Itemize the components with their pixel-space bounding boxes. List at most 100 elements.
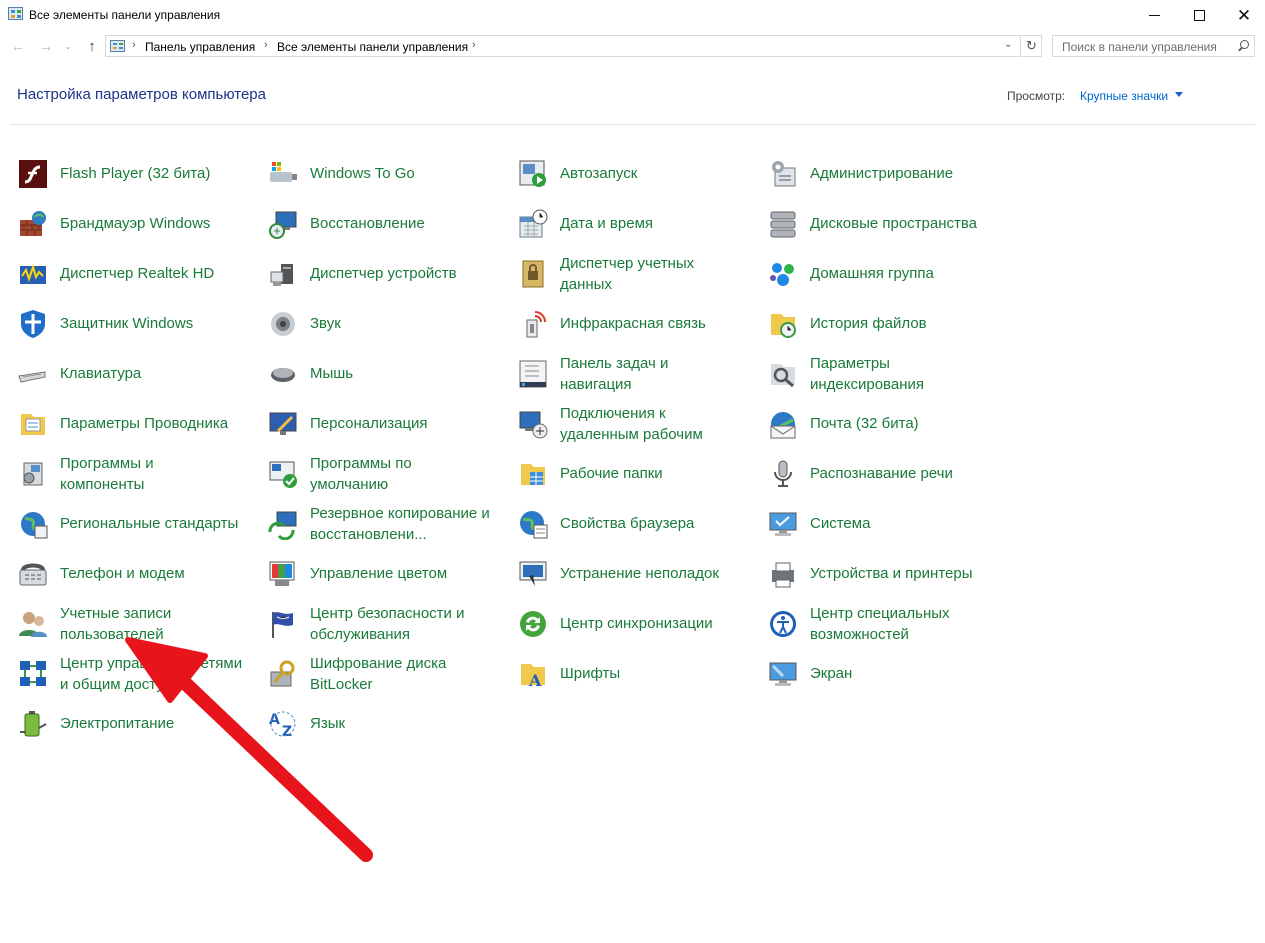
breadcrumb-all-items[interactable]: Все элементы панели управления: [277, 40, 468, 54]
control-panel-item-programs-features[interactable]: Программы и компоненты: [17, 451, 257, 497]
control-panel-item-credential-manager[interactable]: Диспетчер учетных данных: [517, 251, 757, 297]
item-label[interactable]: Восстановление: [310, 213, 425, 234]
control-panel-item-autoplay[interactable]: Автозапуск: [517, 151, 757, 197]
control-panel-item-windows-firewall[interactable]: Брандмауэр Windows: [17, 201, 257, 247]
control-panel-item-region[interactable]: Региональные стандарты: [17, 501, 257, 547]
item-label[interactable]: Мышь: [310, 363, 353, 384]
control-panel-item-administrative-tools[interactable]: Администрирование: [767, 151, 1007, 197]
control-panel-item-recovery[interactable]: Восстановление: [267, 201, 507, 247]
item-label[interactable]: Параметры Проводника: [60, 413, 228, 434]
item-label[interactable]: Свойства браузера: [560, 513, 694, 534]
control-panel-item-security-maintenance[interactable]: Центр безопасности и обслуживания: [267, 601, 507, 647]
item-label[interactable]: Диспетчер Realtek HD: [60, 263, 214, 284]
control-panel-item-network-sharing-center[interactable]: Центр управления сетями и общим доступом: [17, 651, 257, 697]
item-label[interactable]: Устройства и принтеры: [810, 563, 972, 584]
control-panel-item-windows-defender[interactable]: Защитник Windows: [17, 301, 257, 347]
control-panel-item-file-explorer-options[interactable]: Параметры Проводника: [17, 401, 257, 447]
control-panel-item-storage-spaces[interactable]: Дисковые пространства: [767, 201, 1007, 247]
control-panel-item-color-management[interactable]: Управление цветом: [267, 551, 507, 597]
control-panel-item-keyboard[interactable]: Клавиатура: [17, 351, 257, 397]
control-panel-item-system[interactable]: Система: [767, 501, 1007, 547]
control-panel-item-sync-center[interactable]: Центр синхронизации: [517, 601, 757, 647]
control-panel-item-remote-desktop-connections[interactable]: Подключения к удаленным рабочим: [517, 401, 757, 447]
control-panel-item-ease-of-access-center[interactable]: Центр специальных возможностей: [767, 601, 1007, 647]
item-label[interactable]: Устранение неполадок: [560, 563, 719, 584]
item-label[interactable]: Программы и компоненты: [60, 453, 154, 495]
breadcrumb-separator[interactable]: ›: [132, 39, 136, 51]
control-panel-item-personalization[interactable]: Персонализация: [267, 401, 507, 447]
item-label[interactable]: Диспетчер устройств: [310, 263, 457, 284]
item-label[interactable]: Подключения к удаленным рабочим: [560, 403, 703, 445]
control-panel-item-date-time[interactable]: Дата и время: [517, 201, 757, 247]
control-panel-item-phone-modem[interactable]: Телефон и модем: [17, 551, 257, 597]
item-label[interactable]: Телефон и модем: [60, 563, 185, 584]
control-panel-item-fonts[interactable]: A Шрифты: [517, 651, 757, 697]
control-panel-item-work-folders[interactable]: Рабочие папки: [517, 451, 757, 497]
item-label[interactable]: Электропитание: [60, 713, 174, 734]
item-label[interactable]: История файлов: [810, 313, 927, 334]
item-label[interactable]: Экран: [810, 663, 852, 684]
item-label[interactable]: Распознавание речи: [810, 463, 953, 484]
item-label[interactable]: Персонализация: [310, 413, 428, 434]
item-label[interactable]: Учетные записи пользователей: [60, 603, 171, 645]
item-label[interactable]: Домашняя группа: [810, 263, 934, 284]
minimize-button[interactable]: [1131, 0, 1177, 30]
item-label[interactable]: Резервное копирование и восстановлени...: [310, 503, 490, 545]
control-panel-item-taskbar-navigation[interactable]: Панель задач и навигация: [517, 351, 757, 397]
control-panel-item-mail[interactable]: Почта (32 бита): [767, 401, 1007, 447]
item-label[interactable]: Рабочие папки: [560, 463, 663, 484]
control-panel-item-indexing-options[interactable]: Параметры индексирования: [767, 351, 1007, 397]
address-dropdown-button[interactable]: ⌄: [1004, 39, 1012, 50]
control-panel-item-power-options[interactable]: Электропитание: [17, 701, 257, 747]
control-panel-item-backup-restore[interactable]: Резервное копирование и восстановлени...: [267, 501, 507, 547]
item-label[interactable]: Инфракрасная связь: [560, 313, 706, 334]
item-label[interactable]: Клавиатура: [60, 363, 141, 384]
view-by-dropdown[interactable]: Крупные значки: [1080, 89, 1168, 103]
control-panel-item-mouse[interactable]: Мышь: [267, 351, 507, 397]
item-label[interactable]: Звук: [310, 313, 341, 334]
breadcrumb-control-panel[interactable]: Панель управления: [145, 40, 255, 54]
search-input[interactable]: Поиск в панели управления: [1052, 35, 1255, 57]
item-label[interactable]: Почта (32 бита): [810, 413, 919, 434]
up-button[interactable]: ↑: [83, 37, 101, 55]
control-panel-item-troubleshooting[interactable]: Устранение неполадок: [517, 551, 757, 597]
item-label[interactable]: Администрирование: [810, 163, 953, 184]
control-panel-item-language[interactable]: A Z Язык: [267, 701, 507, 747]
item-label[interactable]: Дата и время: [560, 213, 653, 234]
control-panel-item-file-history[interactable]: История файлов: [767, 301, 1007, 347]
item-label[interactable]: Язык: [310, 713, 345, 734]
item-label[interactable]: Параметры индексирования: [810, 353, 924, 395]
address-bar[interactable]: › Панель управления › Все элементы панел…: [105, 35, 1021, 57]
control-panel-item-windows-to-go[interactable]: Windows To Go: [267, 151, 507, 197]
item-label[interactable]: Защитник Windows: [60, 313, 193, 334]
item-label[interactable]: Панель задач и навигация: [560, 353, 668, 395]
item-label[interactable]: Региональные стандарты: [60, 513, 238, 534]
control-panel-item-flash-player[interactable]: Flash Player (32 бита): [17, 151, 257, 197]
item-label[interactable]: Windows To Go: [310, 163, 415, 184]
item-label[interactable]: Шифрование диска BitLocker: [310, 653, 446, 695]
recent-locations-button[interactable]: ⌄: [62, 37, 74, 55]
back-button[interactable]: ←: [9, 37, 27, 55]
item-label[interactable]: Центр синхронизации: [560, 613, 713, 634]
control-panel-item-speech-recognition[interactable]: Распознавание речи: [767, 451, 1007, 497]
item-label[interactable]: Брандмауэр Windows: [60, 213, 210, 234]
control-panel-item-device-manager[interactable]: Диспетчер устройств: [267, 251, 507, 297]
item-label[interactable]: Дисковые пространства: [810, 213, 977, 234]
item-label[interactable]: Система: [810, 513, 870, 534]
item-label[interactable]: Автозапуск: [560, 163, 637, 184]
control-panel-item-devices-printers[interactable]: Устройства и принтеры: [767, 551, 1007, 597]
item-label[interactable]: Центр специальных возможностей: [810, 603, 950, 645]
close-button[interactable]: ✕: [1221, 0, 1265, 30]
breadcrumb-separator[interactable]: ›: [472, 39, 476, 51]
item-label[interactable]: Центр управления сетями и общим доступом: [60, 653, 242, 695]
control-panel-item-default-programs[interactable]: Программы по умолчанию: [267, 451, 507, 497]
item-label[interactable]: Управление цветом: [310, 563, 447, 584]
breadcrumb-separator[interactable]: ›: [264, 39, 268, 51]
control-panel-item-realtek-hd-manager[interactable]: Диспетчер Realtek HD: [17, 251, 257, 297]
item-label[interactable]: Шрифты: [560, 663, 620, 684]
forward-button[interactable]: →: [37, 37, 55, 55]
control-panel-item-homegroup[interactable]: Домашняя группа: [767, 251, 1007, 297]
control-panel-item-display[interactable]: Экран: [767, 651, 1007, 697]
item-label[interactable]: Диспетчер учетных данных: [560, 253, 694, 295]
maximize-button[interactable]: [1176, 0, 1222, 30]
